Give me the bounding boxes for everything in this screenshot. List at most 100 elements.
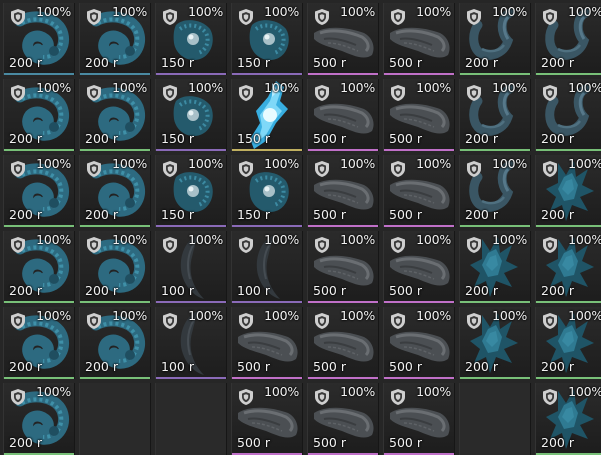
inventory-slot[interactable]: 100% 150 r <box>155 155 227 227</box>
price-label: 200 r <box>465 55 498 70</box>
rarity-underline <box>460 377 530 379</box>
inventory-slot[interactable]: 100% 150 r <box>231 3 303 75</box>
inventory-slot[interactable]: 100% 500 r <box>383 3 455 75</box>
shield-icon <box>391 85 405 101</box>
inventory-slot[interactable]: 100% 100 r <box>155 307 227 379</box>
rarity-underline <box>232 377 302 379</box>
inventory-slot[interactable]: 100% 500 r <box>231 383 303 455</box>
rarity-underline <box>536 377 601 379</box>
durability-label: 100% <box>416 384 451 399</box>
inventory-slot[interactable]: 100% 200 r <box>459 155 531 227</box>
rarity-underline <box>4 225 74 227</box>
inventory-slot[interactable]: 100% 500 r <box>231 307 303 379</box>
rarity-underline <box>232 73 302 75</box>
durability-label: 100% <box>112 80 147 95</box>
inventory-slot[interactable]: 100% 500 r <box>307 383 379 455</box>
inventory-slot[interactable]: 100% 500 r <box>307 231 379 303</box>
inventory-slot[interactable]: 100% 500 r <box>383 155 455 227</box>
price-label: 200 r <box>9 359 42 374</box>
inventory-slot[interactable]: 100% 200 r <box>535 383 601 455</box>
durability-label: 100% <box>36 156 71 171</box>
price-label: 500 r <box>389 435 422 450</box>
inventory-slot[interactable]: 100% 200 r <box>3 3 75 75</box>
rarity-underline <box>80 225 150 227</box>
rarity-underline <box>536 301 601 303</box>
inventory-slot[interactable]: 100% 500 r <box>383 231 455 303</box>
durability-label: 100% <box>416 4 451 19</box>
inventory-slot[interactable]: 100% 150 r <box>231 155 303 227</box>
rarity-underline <box>384 149 454 151</box>
shield-icon <box>543 237 557 253</box>
inventory-slot[interactable]: 100% 200 r <box>459 79 531 151</box>
inventory-slot[interactable]: 100% 200 r <box>459 307 531 379</box>
inventory-slot[interactable]: 100% 200 r <box>79 231 151 303</box>
inventory-slot[interactable]: 100% 500 r <box>307 79 379 151</box>
price-label: 150 r <box>161 207 194 222</box>
inventory-slot[interactable]: 100% 200 r <box>3 383 75 455</box>
price-label: 200 r <box>85 283 118 298</box>
inventory-slot[interactable]: 100% 200 r <box>535 307 601 379</box>
price-label: 200 r <box>541 207 574 222</box>
inventory-slot[interactable]: 100% 200 r <box>3 155 75 227</box>
inventory-slot[interactable]: 100% 500 r <box>307 3 379 75</box>
shield-icon <box>87 313 101 329</box>
durability-label: 100% <box>188 308 223 323</box>
rarity-underline <box>308 301 378 303</box>
shield-icon <box>163 313 177 329</box>
empty-slot <box>79 383 151 455</box>
shield-icon <box>163 237 177 253</box>
inventory-slot[interactable]: 100% 200 r <box>459 3 531 75</box>
shield-icon <box>391 313 405 329</box>
inventory-slot[interactable]: 100% 150 r <box>155 79 227 151</box>
inventory-slot[interactable]: 100% 500 r <box>307 307 379 379</box>
shield-icon <box>163 9 177 25</box>
inventory-slot[interactable]: 100% 200 r <box>535 231 601 303</box>
shield-icon <box>239 313 253 329</box>
rarity-underline <box>4 377 74 379</box>
inventory-slot[interactable]: 100% 200 r <box>79 307 151 379</box>
inventory-slot[interactable]: 100% 500 r <box>383 307 455 379</box>
inventory-slot[interactable]: 100% 150 r <box>155 3 227 75</box>
rarity-underline <box>156 225 226 227</box>
durability-label: 100% <box>188 232 223 247</box>
price-label: 500 r <box>313 55 346 70</box>
inventory-slot[interactable]: 100% 150 r <box>231 79 303 151</box>
shield-icon <box>467 9 481 25</box>
inventory-slot[interactable]: 100% 200 r <box>79 79 151 151</box>
price-label: 200 r <box>85 359 118 374</box>
inventory-slot[interactable]: 100% 200 r <box>3 231 75 303</box>
shield-icon <box>163 85 177 101</box>
inventory-slot[interactable]: 100% 100 r <box>231 231 303 303</box>
rarity-underline <box>80 73 150 75</box>
inventory-slot[interactable]: 100% 200 r <box>79 155 151 227</box>
inventory-slot[interactable]: 100% 500 r <box>383 79 455 151</box>
inventory-slot[interactable]: 100% 500 r <box>307 155 379 227</box>
inventory-slot[interactable]: 100% 200 r <box>3 79 75 151</box>
inventory-slot[interactable]: 100% 200 r <box>3 307 75 379</box>
price-label: 200 r <box>9 435 42 450</box>
price-label: 100 r <box>161 283 194 298</box>
rarity-underline <box>536 225 601 227</box>
rarity-underline <box>4 149 74 151</box>
rarity-underline <box>536 149 601 151</box>
durability-label: 100% <box>112 156 147 171</box>
price-label: 200 r <box>541 435 574 450</box>
shield-icon <box>11 9 25 25</box>
inventory-slot[interactable]: 100% 200 r <box>79 3 151 75</box>
price-label: 200 r <box>85 207 118 222</box>
price-label: 500 r <box>389 359 422 374</box>
rarity-underline <box>384 225 454 227</box>
durability-label: 100% <box>492 232 527 247</box>
inventory-slot[interactable]: 100% 500 r <box>383 383 455 455</box>
inventory-slot[interactable]: 100% 100 r <box>155 231 227 303</box>
price-label: 200 r <box>85 55 118 70</box>
inventory-slot[interactable]: 100% 200 r <box>535 3 601 75</box>
shield-icon <box>11 85 25 101</box>
inventory-slot[interactable]: 100% 200 r <box>535 155 601 227</box>
inventory-slot[interactable]: 100% 200 r <box>535 79 601 151</box>
durability-label: 100% <box>340 4 375 19</box>
price-label: 200 r <box>9 131 42 146</box>
inventory-slot[interactable]: 100% 200 r <box>459 231 531 303</box>
shield-icon <box>391 237 405 253</box>
shield-icon <box>391 389 405 405</box>
